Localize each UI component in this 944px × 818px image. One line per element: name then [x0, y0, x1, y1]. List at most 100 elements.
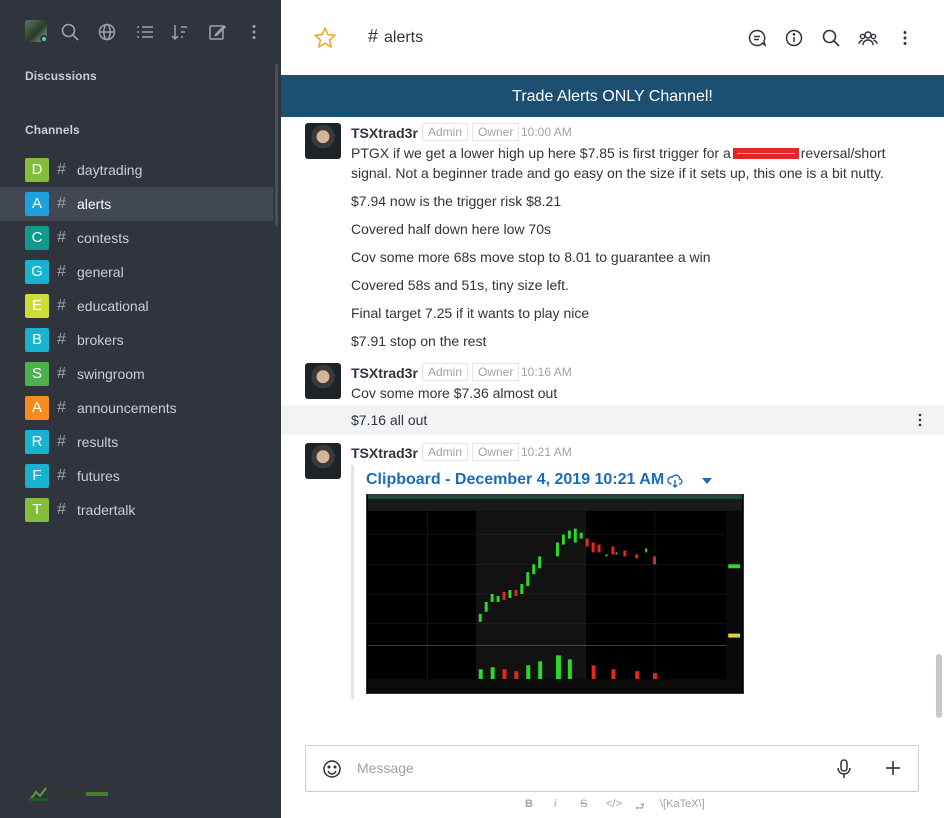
- sidebar-item-label: brokers: [77, 332, 124, 348]
- message-text: $7.16 all out: [351, 412, 428, 428]
- role-badge-owner: Owner: [472, 363, 520, 381]
- sidebar-item-label: futures: [77, 468, 120, 484]
- channel-avatar: E: [25, 294, 49, 318]
- members-icon[interactable]: [858, 28, 878, 48]
- sidebar-item-futures[interactable]: F # futures: [0, 459, 273, 493]
- sidebar-item-announcements[interactable]: A # announcements: [0, 391, 273, 425]
- threads-icon[interactable]: [747, 28, 767, 48]
- message-username[interactable]: TSXtrad3r: [351, 365, 418, 381]
- strike-button[interactable]: S: [580, 798, 587, 810]
- attachment-border: [351, 465, 354, 699]
- collapse-caret-icon[interactable]: [699, 473, 715, 489]
- channel-avatar: A: [25, 396, 49, 420]
- role-badge-admin: Admin: [422, 363, 469, 381]
- katex-button[interactable]: \[KaTeX\]: [660, 798, 705, 810]
- hash-icon: #: [57, 399, 66, 416]
- bold-button[interactable]: B: [525, 798, 533, 810]
- channel-avatar: F: [25, 464, 49, 488]
- message-text: Covered half down here low 70s: [351, 221, 552, 237]
- section-title-discussions: Discussions: [25, 69, 97, 83]
- download-icon[interactable]: [667, 473, 683, 489]
- sidebar-item-swingroom[interactable]: S # swingroom: [0, 357, 273, 391]
- sidebar-item-daytrading[interactable]: D # daytrading: [0, 153, 273, 187]
- message-username[interactable]: TSXtrad3r: [351, 125, 418, 141]
- hash-icon: #: [57, 467, 66, 484]
- hash-icon: #: [57, 433, 66, 450]
- sidebar-item-label: daytrading: [77, 162, 143, 178]
- role-badge-admin: Admin: [422, 443, 469, 461]
- role-badge-admin: Admin: [422, 123, 469, 141]
- message-text: Cov some more 68s move stop to 8.01 to g…: [351, 249, 711, 265]
- message-timestamp: 10:21 AM: [521, 445, 572, 459]
- message-composer: [305, 745, 919, 792]
- globe-icon[interactable]: [97, 22, 117, 42]
- sidebar-item-results[interactable]: R # results: [0, 425, 273, 459]
- kebab-icon[interactable]: [895, 28, 915, 48]
- hash-icon: #: [57, 365, 66, 382]
- online-status-dot: [40, 35, 47, 42]
- message-text: Final target 7.25 if it wants to play ni…: [351, 305, 590, 321]
- message-timestamp: 10:16 AM: [521, 365, 572, 379]
- sidebar-item-tradertalk[interactable]: T # tradertalk: [0, 493, 273, 527]
- sidebar-toolbar: [0, 0, 281, 64]
- channel-avatar: G: [25, 260, 49, 284]
- announcement-banner: Trade Alerts ONLY Channel!: [281, 75, 944, 117]
- channel-avatar: T: [25, 498, 49, 522]
- message-text: Covered 58s and 51s, tiny size left.: [351, 277, 569, 293]
- sidebar-item-educational[interactable]: E # educational: [0, 289, 273, 323]
- brand-logo: [28, 787, 108, 801]
- sidebar-item-label: announcements: [77, 400, 177, 416]
- sidebar-item-alerts[interactable]: A # alerts: [0, 187, 273, 221]
- role-badge-owner: Owner: [472, 443, 520, 461]
- list-icon[interactable]: [135, 22, 155, 42]
- sidebar-item-label: educational: [77, 298, 149, 314]
- sidebar: Discussions Channels D # daytrading A # alert…: [0, 0, 281, 818]
- message-text: Cov some more $7.36 almost out: [351, 385, 558, 401]
- message-menu-icon[interactable]: [914, 412, 926, 428]
- hash-icon: #: [57, 229, 66, 246]
- add-attachment-icon[interactable]: [883, 758, 903, 778]
- message-input[interactable]: [357, 757, 817, 779]
- hash-icon: #: [57, 195, 66, 212]
- sidebar-scrollbar[interactable]: [275, 64, 278, 226]
- formatting-toolbar: B i S </> ⮐ \[KaTeX\]: [281, 796, 944, 816]
- sidebar-item-brokers[interactable]: B # brokers: [0, 323, 273, 357]
- sidebar-item-label: tradertalk: [77, 502, 136, 518]
- avatar[interactable]: [305, 363, 341, 399]
- emoji-icon[interactable]: [322, 759, 342, 779]
- attached-chart-image[interactable]: [366, 494, 744, 694]
- role-badge-owner: Owner: [472, 123, 520, 141]
- microphone-icon[interactable]: [834, 758, 854, 780]
- channel-avatar: B: [25, 328, 49, 352]
- italic-button[interactable]: i: [554, 798, 556, 810]
- message-text: PTGX if we get a lower high up here $7.8…: [351, 143, 886, 163]
- sidebar-item-label: contests: [77, 230, 130, 246]
- channel-title: alerts: [384, 29, 424, 46]
- message-username[interactable]: TSXtrad3r: [351, 445, 418, 461]
- message-text: signal. Not a beginner trade and go easy…: [351, 165, 884, 181]
- edit-icon[interactable]: [207, 22, 227, 42]
- search-icon[interactable]: [821, 28, 841, 48]
- search-icon[interactable]: [60, 22, 80, 42]
- sidebar-item-contests[interactable]: C # contests: [0, 221, 273, 255]
- attachment-title[interactable]: Clipboard - December 4, 2019 10:21 AM: [366, 471, 664, 489]
- user-avatar[interactable]: [25, 20, 47, 42]
- message-scrollbar[interactable]: [936, 654, 942, 718]
- sidebar-item-general[interactable]: G # general: [0, 255, 273, 289]
- sidebar-item-label: swingroom: [77, 366, 145, 382]
- channel-avatar: R: [25, 430, 49, 454]
- hash-icon: #: [57, 161, 66, 178]
- multiline-button[interactable]: ⮐: [635, 798, 645, 817]
- avatar[interactable]: [305, 443, 341, 479]
- favorite-star-icon[interactable]: [313, 26, 337, 50]
- message-text-part: reversal/short: [800, 145, 886, 161]
- sort-icon[interactable]: [170, 22, 190, 42]
- code-button[interactable]: </>: [606, 798, 622, 810]
- message-list[interactable]: TSXtrad3r Admin Owner 10:00 AM PTGX if w…: [281, 117, 944, 739]
- info-icon[interactable]: [784, 28, 804, 48]
- kebab-icon[interactable]: [244, 22, 264, 42]
- message-text-part: PTGX if we get a lower high up here $7.8…: [351, 145, 731, 161]
- channel-avatar: S: [25, 362, 49, 386]
- channel-avatar: C: [25, 226, 49, 250]
- avatar[interactable]: [305, 123, 341, 159]
